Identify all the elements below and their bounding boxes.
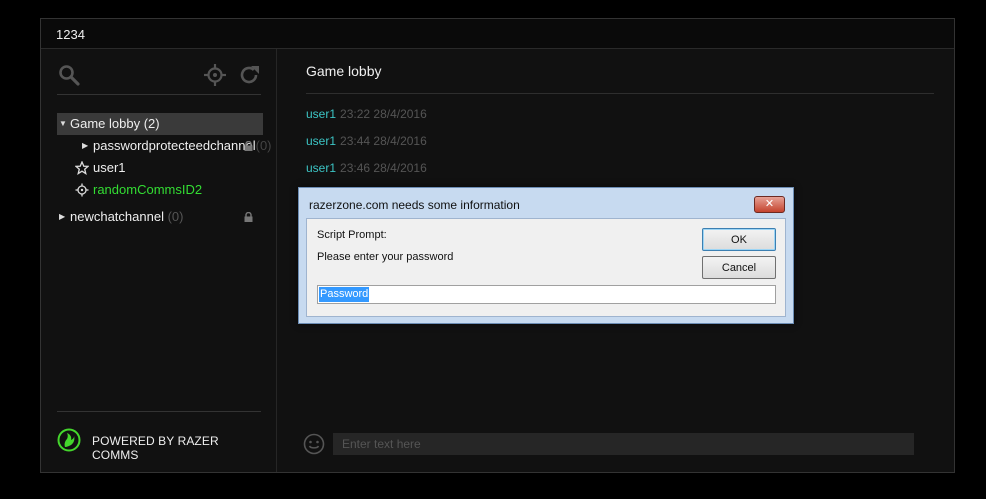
message-time: 23:22 28/4/2016: [340, 107, 427, 121]
channel-count: (2): [143, 116, 160, 131]
dialog-title: razerzone.com needs some information: [309, 198, 520, 212]
channel-label: passwordprotecteedchannel: [93, 138, 256, 153]
cancel-button[interactable]: Cancel: [702, 256, 776, 279]
razer-logo-icon: [57, 428, 81, 452]
script-prompt-dialog: razerzone.com needs some information ✕ S…: [298, 187, 794, 324]
divider: [306, 93, 934, 94]
dialog-close-button[interactable]: ✕: [754, 196, 785, 213]
channel-tree: ▼ Game lobby (2) ▶ passwordprotecteedcha…: [57, 113, 272, 228]
chat-message: user1 23:46 28/4/2016: [306, 161, 427, 175]
tree-item-randomcommsid2[interactable]: randomCommsID2: [57, 179, 263, 201]
user-label: user1: [93, 160, 126, 175]
channel-count: (0): [255, 138, 272, 153]
crosshair-icon: [75, 183, 89, 197]
script-prompt-label: Script Prompt:: [317, 229, 387, 241]
ok-button[interactable]: OK: [702, 228, 776, 251]
chat-message: user1 23:44 28/4/2016: [306, 134, 427, 148]
tree-item-passwordprotecteedchannel[interactable]: ▶ passwordprotecteedchannel(0): [57, 135, 272, 157]
channel-title: Game lobby: [306, 63, 382, 79]
search-icon[interactable]: [57, 63, 81, 87]
message-time: 23:46 28/4/2016: [340, 161, 427, 175]
user-label: randomCommsID2: [93, 182, 203, 197]
emoji-icon[interactable]: [303, 433, 325, 455]
powered-by-text: POWERED BY RAZER COMMS: [92, 434, 219, 462]
locate-icon[interactable]: [203, 63, 227, 87]
title-bar[interactable]: 1234: [41, 19, 954, 49]
refresh-icon[interactable]: [237, 63, 261, 87]
sidebar-toolbar: [57, 57, 261, 95]
message-time: 23:44 28/4/2016: [340, 134, 427, 148]
prompt-message: Please enter your password: [317, 251, 454, 263]
tree-item-user1[interactable]: user1: [57, 157, 263, 179]
password-input-value: Password: [319, 287, 370, 302]
powered-by-footer: POWERED BY RAZER COMMS: [57, 411, 261, 462]
chat-message: user1 23:22 28/4/2016: [306, 107, 427, 121]
channel-label: Game lobby: [70, 116, 141, 131]
lock-icon: [244, 212, 253, 222]
lock-icon: [244, 141, 253, 151]
star-outline-icon: [75, 161, 89, 175]
message-input[interactable]: [333, 433, 914, 455]
message-user[interactable]: user1: [306, 107, 336, 121]
message-user[interactable]: user1: [306, 134, 336, 148]
dialog-body: Script Prompt: Please enter your passwor…: [306, 218, 786, 317]
message-user[interactable]: user1: [306, 161, 336, 175]
channel-label: newchatchannel: [70, 209, 164, 224]
password-input[interactable]: Password: [317, 285, 776, 304]
window-title: 1234: [56, 27, 85, 42]
collapsed-arrow-icon[interactable]: ▶: [59, 206, 65, 228]
tree-item-newchatchannel[interactable]: ▶ newchatchannel (0): [57, 206, 263, 228]
tree-item-game-lobby[interactable]: ▼ Game lobby (2): [57, 113, 263, 135]
sidebar: ▼ Game lobby (2) ▶ passwordprotecteedcha…: [41, 49, 277, 472]
collapsed-arrow-icon[interactable]: ▶: [82, 135, 88, 157]
channel-count: (0): [167, 209, 184, 224]
expanded-arrow-icon[interactable]: ▼: [59, 113, 67, 135]
